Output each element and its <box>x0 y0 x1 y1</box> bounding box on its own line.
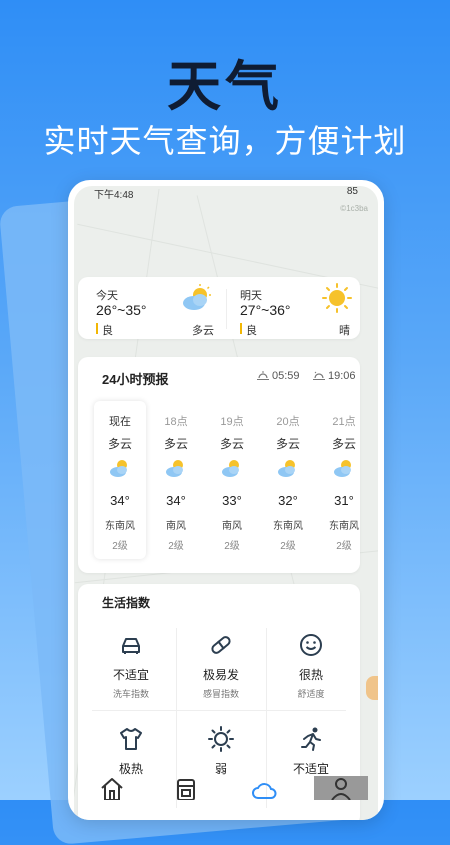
phone-mockup: 下午4:48 85 ©1c3ba 今天 26°~35° 良 多云 明天 27°~… <box>68 180 384 820</box>
grid-divider <box>92 710 346 711</box>
tab-calendar[interactable] <box>166 776 206 800</box>
life-index-item[interactable]: 不适宜 洗车指数 <box>86 632 176 700</box>
sunset-time: 19:06 <box>328 370 356 382</box>
day-temp-range: 26°~35° <box>96 302 147 318</box>
floating-side-button[interactable] <box>366 676 378 700</box>
day-condition: 多云 <box>192 325 214 337</box>
hour-wind-level: 2级 <box>224 541 240 552</box>
hour-time: 20点 <box>276 416 300 428</box>
sunset-icon <box>313 371 325 381</box>
hour-column[interactable]: 20点 多云 32° 东南风 2级 <box>262 401 314 559</box>
hour-wind: 东南风 <box>329 521 359 532</box>
life-index-value: 不适宜 <box>112 668 149 682</box>
shirt-icon <box>120 728 142 750</box>
hero-title: 天气 <box>167 57 283 117</box>
home-icon <box>101 778 123 800</box>
life-index-item[interactable]: 极易发 感冒指数 <box>176 632 266 700</box>
life-index-value: 极热 <box>118 762 143 776</box>
hour-temp: 32° <box>278 493 298 508</box>
hour-time: 18点 <box>164 416 188 428</box>
sunrise-time: 05:59 <box>272 370 300 382</box>
daily-summary-card[interactable]: 今天 26°~35° 良 多云 明天 27°~36° 良 晴 <box>78 277 360 339</box>
bottom-tab-bar <box>30 776 390 800</box>
hour-wind: 南风 <box>222 521 242 532</box>
tab-weather[interactable] <box>244 776 284 800</box>
hour-wind: 东南风 <box>105 521 135 532</box>
hour-condition: 多云 <box>219 437 244 451</box>
sunrise-icon <box>257 371 269 381</box>
sunset: 19:06 <box>312 370 356 382</box>
day-label: 今天 <box>96 290 118 302</box>
air-quality: 良 <box>240 322 257 338</box>
day-label: 明天 <box>240 290 262 302</box>
car-icon <box>122 638 140 654</box>
air-quality: 良 <box>96 322 113 338</box>
hour-time: 现在 <box>109 416 131 428</box>
hour-temp: 33° <box>222 493 242 508</box>
hour-wind: 东南风 <box>273 521 303 532</box>
life-index-item[interactable]: 弱 <box>176 726 266 777</box>
partly-cloudy-icon <box>183 284 211 310</box>
running-icon <box>301 727 321 751</box>
hour-wind-level: 2级 <box>112 541 128 552</box>
day-temp-range: 27°~36° <box>240 302 291 318</box>
sunrise: 05:59 <box>256 370 300 382</box>
life-index-item[interactable]: 不适宜 <box>266 726 356 777</box>
calendar-icon <box>177 779 195 800</box>
partly-cloudy-icon <box>166 460 183 477</box>
hourly-title: 24小时预报 <box>102 372 169 387</box>
hero-subtitle: 实时天气查询，方便计划 <box>43 123 407 159</box>
partly-cloudy-icon <box>278 460 295 477</box>
partly-cloudy-icon <box>110 460 127 477</box>
profile-icon <box>331 778 351 800</box>
hour-column[interactable]: 19点 多云 33° 南风 2级 <box>206 401 258 559</box>
map-watermark: ©1c3ba <box>340 204 368 213</box>
hour-wind-level: 2级 <box>280 541 296 552</box>
status-bar: 下午4:48 85 <box>88 186 364 201</box>
life-index-item[interactable]: 很热 舒适度 <box>266 632 356 700</box>
hour-wind: 南风 <box>166 521 186 532</box>
hour-wind-level: 2级 <box>336 541 352 552</box>
status-time: 下午4:48 <box>94 190 134 201</box>
partly-cloudy-icon <box>334 460 351 477</box>
partly-cloudy-icon <box>222 460 239 477</box>
life-index-title: 生活指数 <box>102 596 151 610</box>
hour-column[interactable]: 现在 多云 34° 东南风 2级 <box>94 401 146 559</box>
life-index-name: 感冒指数 <box>202 689 239 699</box>
cloud-icon <box>252 783 277 799</box>
app-screen: 下午4:48 85 ©1c3ba 今天 26°~35° 良 多云 明天 27°~… <box>74 186 378 820</box>
hour-temp: 34° <box>110 493 130 508</box>
hour-column[interactable]: 21点 多云 31° 东南风 2级 <box>318 401 370 559</box>
hour-condition: 多云 <box>331 437 356 451</box>
today-column[interactable]: 今天 26°~35° 良 多云 <box>96 277 214 339</box>
life-index-name: 洗车指数 <box>112 689 149 699</box>
hour-temp: 34° <box>166 493 186 508</box>
hourly-forecast-card[interactable]: 24小时预报 05:59 19:06 现在 多云 34° 东南风 2级 18点 … <box>78 357 360 573</box>
hour-temp: 31° <box>334 493 354 508</box>
smile-icon <box>300 634 322 656</box>
status-battery: 85 <box>346 186 358 197</box>
hour-time: 21点 <box>332 416 356 428</box>
hour-time: 19点 <box>220 416 244 428</box>
tab-profile[interactable] <box>314 776 368 800</box>
life-index-item[interactable]: 极热 <box>86 726 176 777</box>
life-index-value: 不适宜 <box>292 762 329 776</box>
life-index-value: 弱 <box>214 762 227 776</box>
tomorrow-column[interactable]: 明天 27°~36° 良 晴 <box>240 277 354 339</box>
sun-icon <box>322 283 352 313</box>
life-index-name: 舒适度 <box>297 689 325 699</box>
hour-condition: 多云 <box>107 437 132 451</box>
tab-home[interactable] <box>92 776 132 800</box>
hour-column[interactable]: 18点 多云 34° 南风 2级 <box>150 401 202 559</box>
hour-wind-level: 2级 <box>168 541 184 552</box>
hour-condition: 多云 <box>163 437 188 451</box>
life-index-value: 极易发 <box>202 668 239 682</box>
hour-condition: 多云 <box>275 437 300 451</box>
column-divider <box>226 289 227 329</box>
life-index-value: 很热 <box>298 668 323 682</box>
sun-outline-icon <box>208 726 234 752</box>
day-condition: 晴 <box>339 325 350 337</box>
pill-icon <box>211 636 231 654</box>
